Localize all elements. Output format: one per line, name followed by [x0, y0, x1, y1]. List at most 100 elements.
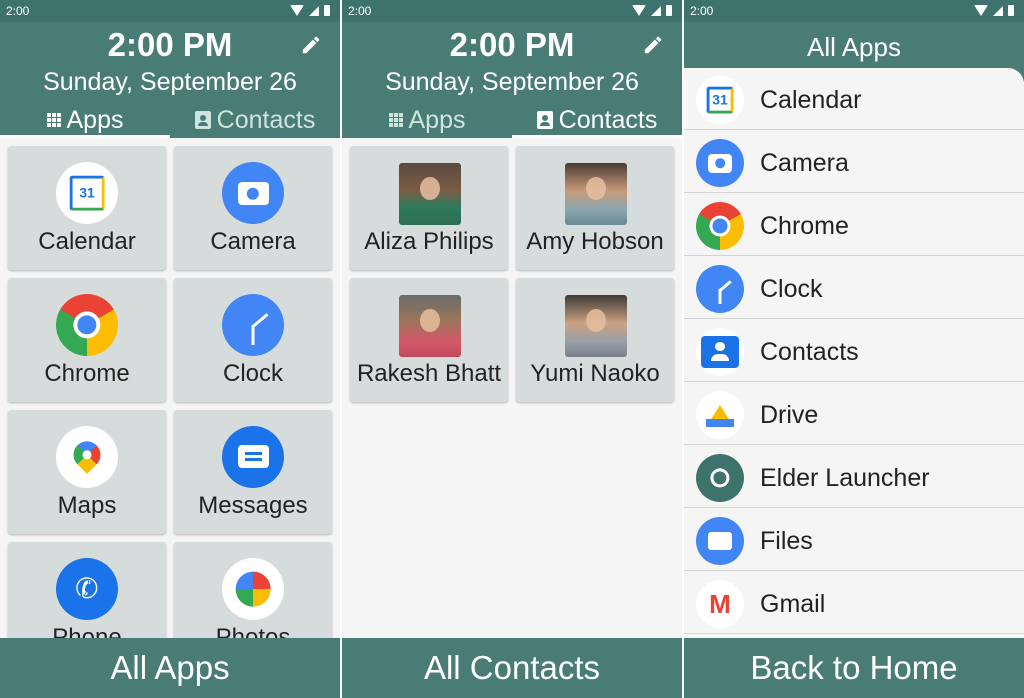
- calendar-icon: 31: [696, 76, 744, 124]
- list-item-contacts[interactable]: Contacts: [684, 320, 1024, 382]
- contacts-tab-icon: [194, 111, 211, 129]
- list-item-drive[interactable]: Drive: [684, 383, 1024, 445]
- contact-tile-aliza-philips[interactable]: Aliza Philips: [350, 146, 508, 270]
- clock-icon: [696, 265, 744, 313]
- apps-grid: 31 Calendar Camera Chrome Clock Maps Mes…: [0, 138, 340, 638]
- list-item-label: Clock: [760, 275, 823, 303]
- app-tile-photos[interactable]: Photos: [174, 542, 332, 638]
- photos-icon: [222, 558, 284, 620]
- clock-time: 2:00 PM: [449, 26, 575, 63]
- battery-icon: [1008, 5, 1014, 16]
- clock-time: 2:00 PM: [107, 26, 233, 63]
- contact-photo: [399, 163, 461, 225]
- apps-grid-icon: [388, 113, 403, 127]
- app-label: Phone: [52, 624, 122, 638]
- clock-date: Sunday, September 26: [385, 68, 639, 96]
- tab-contacts-label: Contacts: [558, 105, 658, 134]
- battery-icon: [666, 5, 672, 16]
- list-item-label: Contacts: [760, 338, 859, 366]
- status-time: 2:00: [690, 4, 714, 18]
- tab-apps-label: Apps: [408, 105, 466, 134]
- back-to-home-button[interactable]: Back to Home: [684, 638, 1024, 698]
- status-time: 2:00: [348, 4, 372, 18]
- app-tile-camera[interactable]: Camera: [174, 146, 332, 270]
- clock-date: Sunday, September 26: [43, 68, 297, 96]
- status-bar: 2:00: [0, 0, 340, 22]
- signal-icon: [651, 5, 661, 16]
- tab-apps-label: Apps: [66, 105, 124, 134]
- home-header: 2:00 PM Sunday, September 26 Apps Contac…: [0, 22, 340, 138]
- tab-contacts[interactable]: Contacts: [512, 102, 682, 138]
- app-label: Chrome: [44, 360, 130, 387]
- tab-contacts-label: Contacts: [216, 105, 316, 134]
- app-label: Calendar: [38, 228, 136, 255]
- contact-tile-rakesh-bhatt[interactable]: Rakesh Bhatt: [350, 278, 508, 402]
- contacts-grid: Aliza Philips Amy Hobson Rakesh Bhatt Yu…: [342, 138, 682, 638]
- screen-apps-tab: 2:00 2:00 PM Sunday, September 26 Apps C…: [0, 0, 340, 698]
- status-bar: 2:00: [684, 0, 1024, 22]
- tab-apps[interactable]: Apps: [342, 102, 512, 138]
- contact-tile-amy-hobson[interactable]: Amy Hobson: [516, 146, 674, 270]
- list-item-label: Camera: [760, 149, 849, 177]
- list-item-elder-launcher[interactable]: Elder Launcher: [684, 446, 1024, 508]
- app-label: Messages: [198, 492, 308, 519]
- page-title: All Apps: [807, 32, 901, 62]
- list-item-camera[interactable]: Camera: [684, 131, 1024, 193]
- contact-name: Amy Hobson: [526, 228, 664, 255]
- elder-launcher-icon: [696, 454, 744, 502]
- camera-icon: [696, 139, 744, 187]
- app-label: Photos: [215, 624, 291, 638]
- contact-name: Aliza Philips: [364, 228, 494, 255]
- list-item-files[interactable]: Files: [684, 509, 1024, 571]
- app-label: Camera: [210, 228, 296, 255]
- files-icon: [696, 517, 744, 565]
- signal-icon: [309, 5, 319, 16]
- list-item-label: Drive: [760, 401, 819, 429]
- edit-icon[interactable]: [642, 34, 664, 56]
- apps-grid-icon: [46, 113, 61, 127]
- all-apps-button[interactable]: All Apps: [0, 638, 340, 698]
- wifi-icon: [290, 5, 304, 16]
- list-item-label: Files: [760, 527, 813, 555]
- clock-icon: [222, 294, 284, 356]
- wifi-icon: [974, 5, 988, 16]
- app-tile-calendar[interactable]: 31 Calendar: [8, 146, 166, 270]
- app-tile-maps[interactable]: Maps: [8, 410, 166, 534]
- camera-icon: [222, 162, 284, 224]
- list-item-label: Calendar: [760, 86, 862, 114]
- contacts-icon: [696, 328, 744, 376]
- all-apps-list: 31 Calendar Camera Chrome Clock Contacts…: [684, 68, 1024, 638]
- chrome-icon: [696, 202, 744, 250]
- app-tile-chrome[interactable]: Chrome: [8, 278, 166, 402]
- list-item-label: Elder Launcher: [760, 464, 930, 492]
- list-item-gmail[interactable]: M Gmail: [684, 572, 1024, 634]
- contact-photo: [565, 163, 627, 225]
- messages-icon: [222, 426, 284, 488]
- home-header: 2:00 PM Sunday, September 26 Apps Contac…: [342, 22, 682, 138]
- battery-icon: [324, 5, 330, 16]
- app-label: Maps: [57, 492, 117, 519]
- list-item-chrome[interactable]: Chrome: [684, 194, 1024, 256]
- list-item-label: Chrome: [760, 212, 849, 240]
- all-contacts-button[interactable]: All Contacts: [342, 638, 682, 698]
- edit-icon[interactable]: [300, 34, 322, 56]
- calendar-icon: 31: [56, 162, 118, 224]
- wifi-icon: [632, 5, 646, 16]
- maps-icon: [56, 426, 118, 488]
- app-tile-clock[interactable]: Clock: [174, 278, 332, 402]
- phone-icon: ✆: [56, 558, 118, 620]
- chrome-icon: [56, 294, 118, 356]
- contact-name: Yumi Naoko: [530, 360, 660, 387]
- app-tile-phone[interactable]: ✆ Phone: [8, 542, 166, 638]
- contact-tile-yumi-naoko[interactable]: Yumi Naoko: [516, 278, 674, 402]
- signal-icon: [993, 5, 1003, 16]
- screen-all-apps: 2:00 All Apps 31 Calendar Camera Chrome …: [684, 0, 1024, 698]
- status-time: 2:00: [6, 4, 30, 18]
- tab-apps[interactable]: Apps: [0, 102, 170, 138]
- list-item-label: Gmail: [760, 590, 826, 618]
- tab-contacts[interactable]: Contacts: [170, 102, 340, 138]
- app-tile-messages[interactable]: Messages: [174, 410, 332, 534]
- list-item-clock[interactable]: Clock: [684, 257, 1024, 319]
- list-item-calendar[interactable]: 31 Calendar: [684, 68, 1024, 130]
- contact-photo: [565, 295, 627, 357]
